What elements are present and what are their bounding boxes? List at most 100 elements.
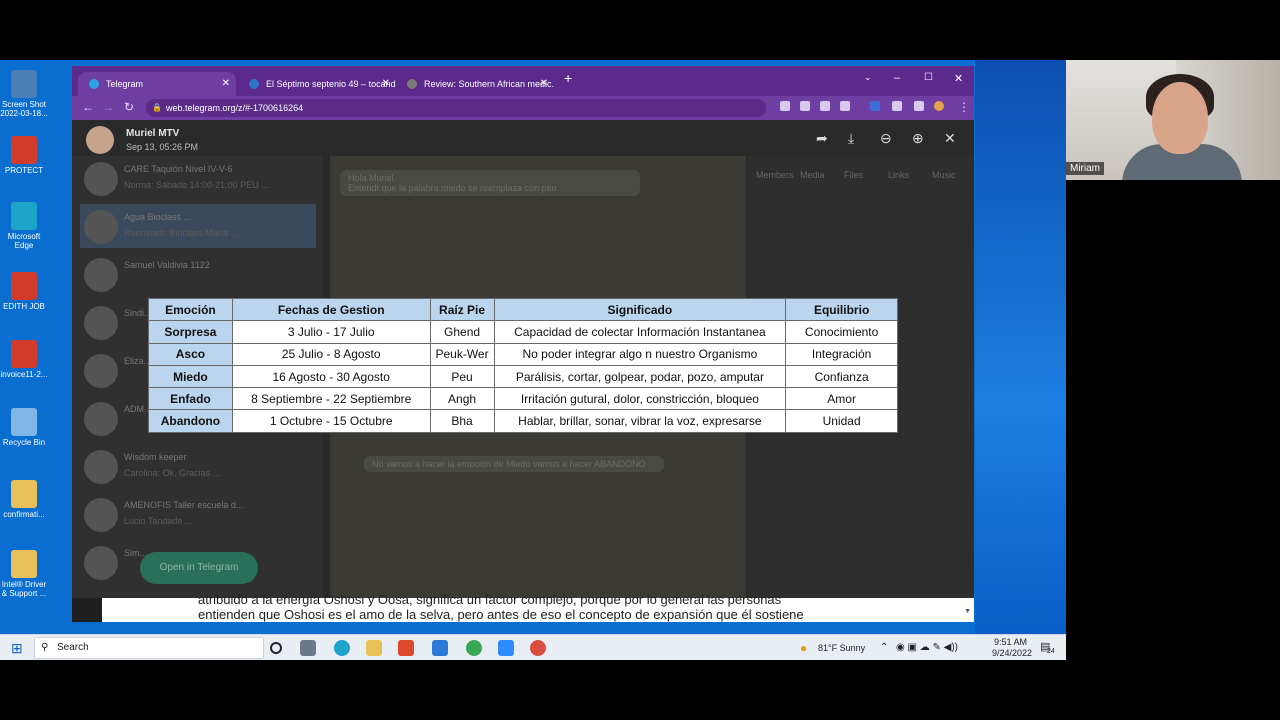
browser-window: Telegram ✕ El Séptimo septenio 49 – toca… [72,66,974,622]
profile-avatar[interactable] [934,101,944,111]
edge-icon[interactable] [334,640,350,656]
desktop-icon-label: Recycle Bin [2,438,46,447]
close-icon[interactable]: ✕ [540,72,548,96]
desktop-icon-label: Microsoft Edge [7,232,41,250]
column-header: Fechas de Gestion [231,297,431,322]
desktop-icon[interactable]: Microsoft Edge [0,202,48,250]
reload-icon[interactable]: ↻ [124,100,134,114]
desktop-icon[interactable]: Recycle Bin [0,408,48,447]
close-icon[interactable]: ✕ [222,72,230,96]
minimize-button[interactable]: – [894,72,900,84]
maximize-button[interactable]: ☐ [924,72,933,83]
table-cell: Confianza [785,364,898,389]
table-cell: 25 Julio - 8 Agosto [231,342,431,366]
close-icon[interactable]: ✕ [944,130,956,147]
zoom-in-icon[interactable]: ⊕ [912,130,924,147]
puzzle-icon[interactable] [892,101,902,111]
participant-name: Miriam [1066,162,1104,175]
sender-name: Muriel MTV [126,128,180,139]
desktop-icon[interactable]: PROTECT [0,136,48,175]
desktop-icon[interactable]: confirmati... [0,480,48,519]
url-field[interactable]: 🔒 web.telegram.org/z/#-1700616264 [146,99,766,117]
panel-tab[interactable]: Music [932,170,956,180]
close-window-button[interactable]: ✕ [954,72,963,85]
table-cell: Unidad [785,409,898,433]
message-bubble: No vamos a hacer la emoción de Miedo vam… [364,456,664,472]
panel-tab[interactable]: Files [844,170,863,180]
weather-text[interactable]: 81°F Sunny [818,643,865,653]
table-cell: 3 Julio - 17 Julio [231,320,431,344]
extension-icon[interactable] [870,101,880,111]
zoom-icon[interactable] [498,640,514,656]
scroll-down-icon[interactable]: ▼ [964,608,971,615]
table-cell: Peuk-Wer [429,342,495,366]
desktop-icon[interactable]: Screen Shot 2022-03-18... [0,70,48,118]
download-icon[interactable]: ⤓ [848,130,854,147]
chrome-icon[interactable] [466,640,482,656]
tab-search-icon[interactable]: ⌄ [864,72,872,83]
forward-icon[interactable]: ➦ [816,130,828,147]
tab-review[interactable]: Review: Southern African medic... ✕ [396,72,554,96]
chat-name: CARE Taquión Nivel IV-V-6 [124,164,233,174]
open-in-telegram-button[interactable]: Open in Telegram [140,552,258,584]
chat-list-item[interactable]: Samuel Valdivia 1122 [80,252,316,296]
menu-icon[interactable]: ⋮ [958,100,970,114]
avatar [84,498,118,532]
tab-telegram[interactable]: Telegram ✕ [78,72,236,96]
table-cell: Sorpresa [148,320,233,344]
zoom-out-icon[interactable]: ⊖ [880,130,892,147]
close-icon[interactable]: ✕ [382,72,390,96]
search-label: Search [57,642,89,653]
table-cell: Integración [785,342,898,366]
address-bar-row: ← → ↻ 🔒 web.telegram.org/z/#-1700616264 … [72,96,974,120]
chat-name: Wisdom keeper [124,452,187,462]
panel-tab[interactable]: Media [800,170,825,180]
chevron-up-icon[interactable]: ⌃ [880,642,888,653]
task-view-icon[interactable] [300,640,316,656]
clock-time[interactable]: 9:51 AM [994,637,1027,647]
avatar [84,546,118,580]
windows-start-icon[interactable]: ⊞ [11,640,23,657]
table-cell: Irritación gutural, dolor, constricción,… [493,387,787,411]
desktop-icon[interactable]: Intel® Driver & Support ... [0,550,48,598]
chat-list-item[interactable]: Agua Bioclass ... Reenviado Bioclass Mari… [80,204,316,248]
desktop-icon[interactable]: EDITH JOB [0,272,48,311]
cortana-icon[interactable] [270,642,282,654]
panel-tab[interactable]: Links [888,170,909,180]
taskbar-search[interactable]: ⚲ Search [34,637,264,659]
chat-preview: Carolina: Ok, Gracias ... [124,468,221,478]
file-explorer-icon[interactable] [366,640,382,656]
bookmark-star-icon[interactable] [840,101,850,111]
chat-list-item[interactable]: CARE Taquión Nivel IV-V-6 Norma: Sábado 1… [80,156,316,200]
panel-tab[interactable]: Members [756,170,794,180]
chrome-profile-icon[interactable] [530,640,546,656]
column-header: Raíz Pie [429,297,495,322]
tab-bar: Telegram ✕ El Séptimo septenio 49 – toca… [72,66,974,96]
chat-list-item[interactable]: Wisdom keeper Carolina: Ok, Gracias ... [80,444,316,488]
camera-icon[interactable] [800,101,810,111]
tab-septimo[interactable]: El Séptimo septenio 49 – tocand... ✕ [238,72,396,96]
new-tab-button[interactable]: + [564,70,572,86]
file-icon [11,70,37,98]
cast-icon[interactable] [780,101,790,111]
desktop-icon-label: confirmati... [3,510,45,519]
column-header: Equilibrio [785,297,898,322]
forward-icon[interactable]: → [102,100,114,114]
sender-date: Sep 13, 05:26 PM [126,142,199,152]
message-text: Hola Muriel, [348,173,397,183]
table-cell: Angh [429,387,495,411]
back-icon[interactable]: ← [82,100,94,114]
chat-list-item[interactable]: AMENOFIS Taller escuela d... Lucio Tandad… [80,492,316,536]
desktop-icon[interactable]: invoice11-2... [0,340,48,379]
table-row: Abandono 1 Octubre - 15 Octubre Bha Hablar,… [148,409,898,433]
mail-icon[interactable] [432,640,448,656]
caption-line: atribuido a la energía Oshosi y Oosa, si… [198,592,782,607]
tray-icons[interactable]: ◉ ▣ ☁ ✎ ◀)) [896,642,958,653]
avatar [84,210,118,244]
file-icon [11,272,37,300]
sidebar-icon[interactable] [914,101,924,111]
message-bubble: Hola Muriel, Entendí que la palabra mied… [340,170,640,196]
office-icon[interactable] [398,640,414,656]
share-icon[interactable] [820,101,830,111]
clock-date[interactable]: 9/24/2022 [992,648,1032,658]
